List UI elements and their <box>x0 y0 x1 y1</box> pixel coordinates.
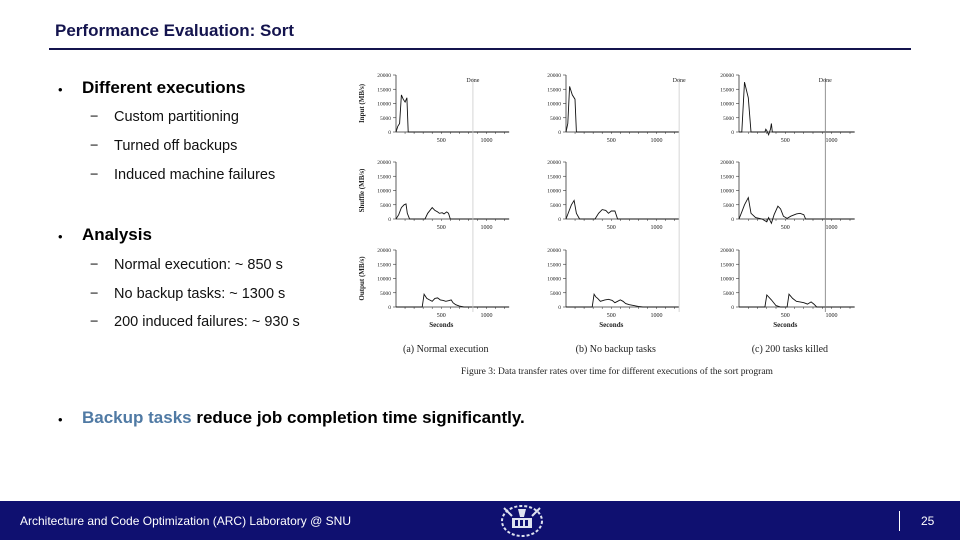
figure-3-chart: 05000100001500020000500 1000Input (MB/s)0… <box>358 73 855 377</box>
y-tick-label: 10000 <box>547 277 561 283</box>
y-tick-label: 20000 <box>547 248 561 254</box>
y-tick-label: 5000 <box>723 203 734 209</box>
x-tick-label: 500 <box>781 313 790 319</box>
page-number: 25 <box>921 514 935 528</box>
x-tick-label: 1000 <box>651 313 663 319</box>
footer-divider <box>899 511 900 531</box>
highlight-text: Backup tasks <box>82 408 192 427</box>
y-tick-label: 5000 <box>550 291 561 297</box>
x-tick-label: 1000 <box>826 138 838 144</box>
panel-caption: (c) 200 tasks killed <box>752 344 828 355</box>
series-line-shuffle <box>395 203 510 220</box>
y-tick-label: 0 <box>731 217 734 223</box>
footer-bar: Architecture and Code Optimization (ARC)… <box>0 501 960 540</box>
x-tick-label: 500 <box>437 225 446 231</box>
x-axis-label: Seconds <box>429 321 453 329</box>
series-line-input <box>395 94 510 133</box>
y-tick-label: 10000 <box>547 189 561 195</box>
y-tick-label: 20000 <box>720 160 734 166</box>
y-tick-label: 20000 <box>720 73 734 79</box>
x-axis-label: Seconds <box>599 321 623 329</box>
snu-emblem-icon <box>501 505 543 537</box>
row-ylabel: Input (MB/s) <box>358 83 366 123</box>
y-tick-label: 15000 <box>720 174 734 180</box>
row-ylabel: Output (MB/s) <box>358 256 366 301</box>
row-ylabel: Shuffle (MB/s) <box>358 168 366 212</box>
x-tick-label: 1000 <box>826 313 838 319</box>
y-tick-label: 10000 <box>720 102 734 108</box>
done-label: Done <box>466 78 479 84</box>
y-tick-label: 20000 <box>377 248 391 254</box>
series-line-input <box>739 81 855 137</box>
y-tick-label: 20000 <box>377 160 391 166</box>
x-tick-label: 500 <box>607 225 616 231</box>
y-tick-label: 15000 <box>547 262 561 268</box>
x-tick-label: 1000 <box>826 225 838 231</box>
x-tick-label: 500 <box>437 313 446 319</box>
y-tick-label: 0 <box>388 130 391 136</box>
x-tick-label: 1000 <box>481 313 493 319</box>
y-tick-label: 20000 <box>547 73 561 79</box>
y-tick-label: 20000 <box>547 160 561 166</box>
y-tick-label: 5000 <box>550 203 561 209</box>
series-line-shuffle <box>565 199 680 220</box>
x-tick-label: 1000 <box>481 225 493 231</box>
x-tick-label: 500 <box>607 313 616 319</box>
y-tick-label: 15000 <box>720 87 734 93</box>
x-tick-label: 500 <box>607 138 616 144</box>
bullet-icon: • <box>58 412 63 427</box>
panel-caption: (a) Normal execution <box>403 344 489 355</box>
y-tick-label: 10000 <box>547 102 561 108</box>
y-tick-label: 15000 <box>377 87 391 93</box>
footer-lab-name: Architecture and Code Optimization (ARC)… <box>20 514 351 528</box>
y-tick-label: 0 <box>558 217 561 223</box>
x-tick-label: 1000 <box>481 138 493 144</box>
series-line-output <box>739 293 855 308</box>
done-label: Done <box>819 78 832 84</box>
y-tick-label: 5000 <box>380 116 391 122</box>
y-tick-label: 20000 <box>377 73 391 79</box>
series-line-shuffle <box>738 196 855 225</box>
x-tick-label: 500 <box>781 138 790 144</box>
y-tick-label: 5000 <box>380 203 391 209</box>
y-tick-label: 10000 <box>377 277 391 283</box>
y-tick-label: 5000 <box>723 116 734 122</box>
y-tick-label: 5000 <box>380 291 391 297</box>
y-tick-label: 10000 <box>377 189 391 195</box>
x-tick-label: 500 <box>437 138 446 144</box>
y-tick-label: 15000 <box>720 262 734 268</box>
y-tick-label: 0 <box>731 130 734 136</box>
series-line-output <box>566 292 680 308</box>
y-tick-label: 10000 <box>377 102 391 108</box>
y-tick-label: 10000 <box>720 189 734 195</box>
bullet-conclusion: Backup tasks reduce job completion time … <box>82 408 525 427</box>
y-tick-label: 10000 <box>720 277 734 283</box>
y-tick-label: 5000 <box>550 116 561 122</box>
y-tick-label: 0 <box>388 305 391 311</box>
y-tick-label: 5000 <box>723 291 734 297</box>
x-axis-label: Seconds <box>773 321 797 329</box>
series-line-output <box>396 292 510 308</box>
x-tick-label: 1000 <box>651 225 663 231</box>
panel-caption: (b) No backup tasks <box>576 344 656 355</box>
series-line-input <box>565 86 680 133</box>
y-tick-label: 20000 <box>720 248 734 254</box>
x-tick-label: 500 <box>781 225 790 231</box>
y-tick-label: 0 <box>388 217 391 223</box>
y-tick-label: 15000 <box>377 262 391 268</box>
done-label: Done <box>673 78 686 84</box>
x-tick-label: 1000 <box>651 138 663 144</box>
y-tick-label: 15000 <box>547 87 561 93</box>
y-tick-label: 15000 <box>377 174 391 180</box>
y-tick-label: 0 <box>558 305 561 311</box>
figure-caption: Figure 3: Data transfer rates over time … <box>461 366 774 377</box>
y-tick-label: 15000 <box>547 174 561 180</box>
y-tick-label: 0 <box>731 305 734 311</box>
y-tick-label: 0 <box>558 130 561 136</box>
